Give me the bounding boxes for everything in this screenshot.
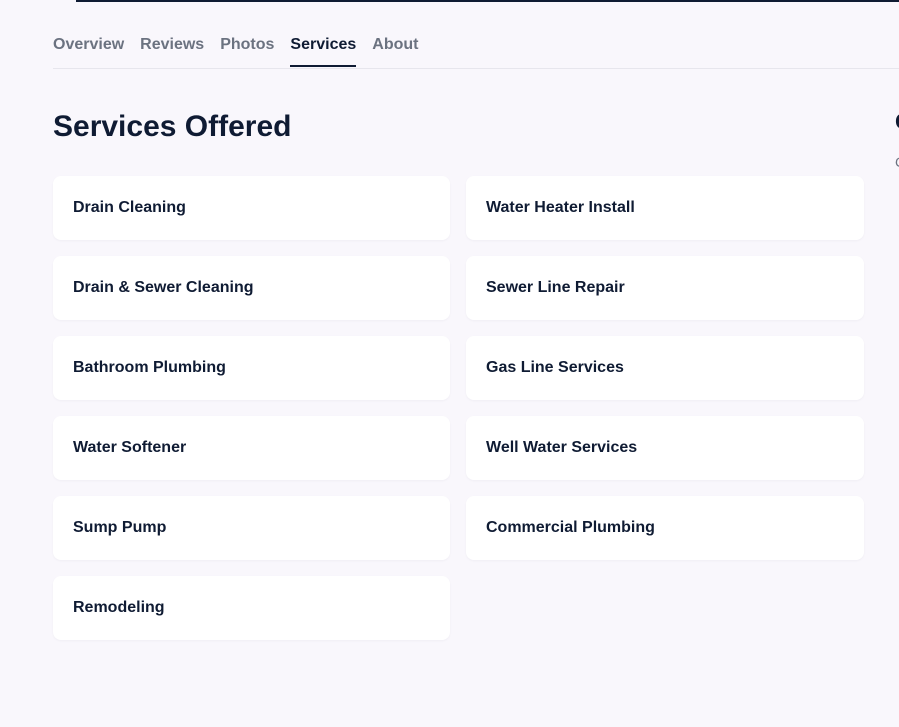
service-card-water-softener[interactable]: Water Softener [53, 416, 450, 480]
tab-photos[interactable]: Photos [220, 35, 274, 67]
service-label: Drain Cleaning [73, 199, 186, 216]
service-label: Gas Line Services [486, 359, 624, 376]
service-card-sump-pump[interactable]: Sump Pump [53, 496, 450, 560]
tab-overview[interactable]: Overview [53, 35, 124, 67]
service-card-commercial-plumbing[interactable]: Commercial Plumbing [466, 496, 864, 560]
service-card-sewer-line-repair[interactable]: Sewer Line Repair [466, 256, 864, 320]
service-card-well-water-services[interactable]: Well Water Services [466, 416, 864, 480]
tab-services[interactable]: Services [290, 35, 357, 67]
service-label: Bathroom Plumbing [73, 359, 226, 376]
service-card-water-heater-install[interactable]: Water Heater Install [466, 176, 864, 240]
service-card-drain-cleaning[interactable]: Drain Cleaning [53, 176, 450, 240]
service-card-gas-line-services[interactable]: Gas Line Services [466, 336, 864, 400]
service-label: Well Water Services [486, 439, 638, 456]
service-label: Water Heater Install [486, 199, 635, 216]
service-label: Sump Pump [73, 519, 167, 536]
side-panel-text-fragment: C [895, 154, 899, 170]
tab-about[interactable]: About [372, 35, 418, 67]
services-grid: Drain Cleaning Water Heater Install Drai… [53, 176, 864, 640]
service-label: Drain & Sewer Cleaning [73, 279, 254, 296]
tab-reviews[interactable]: Reviews [140, 35, 204, 67]
side-panel-heading-fragment: C [895, 111, 899, 133]
service-label: Commercial Plumbing [486, 519, 655, 536]
service-card-bathroom-plumbing[interactable]: Bathroom Plumbing [53, 336, 450, 400]
service-card-drain-sewer-cleaning[interactable]: Drain & Sewer Cleaning [53, 256, 450, 320]
page-title: Services Offered [53, 110, 292, 143]
service-card-remodeling[interactable]: Remodeling [53, 576, 450, 640]
service-label: Sewer Line Repair [486, 279, 625, 296]
service-label: Remodeling [73, 599, 165, 616]
top-divider [76, 0, 899, 2]
section-tabs: Overview Reviews Photos Services About [53, 35, 899, 69]
service-label: Water Softener [73, 439, 187, 456]
